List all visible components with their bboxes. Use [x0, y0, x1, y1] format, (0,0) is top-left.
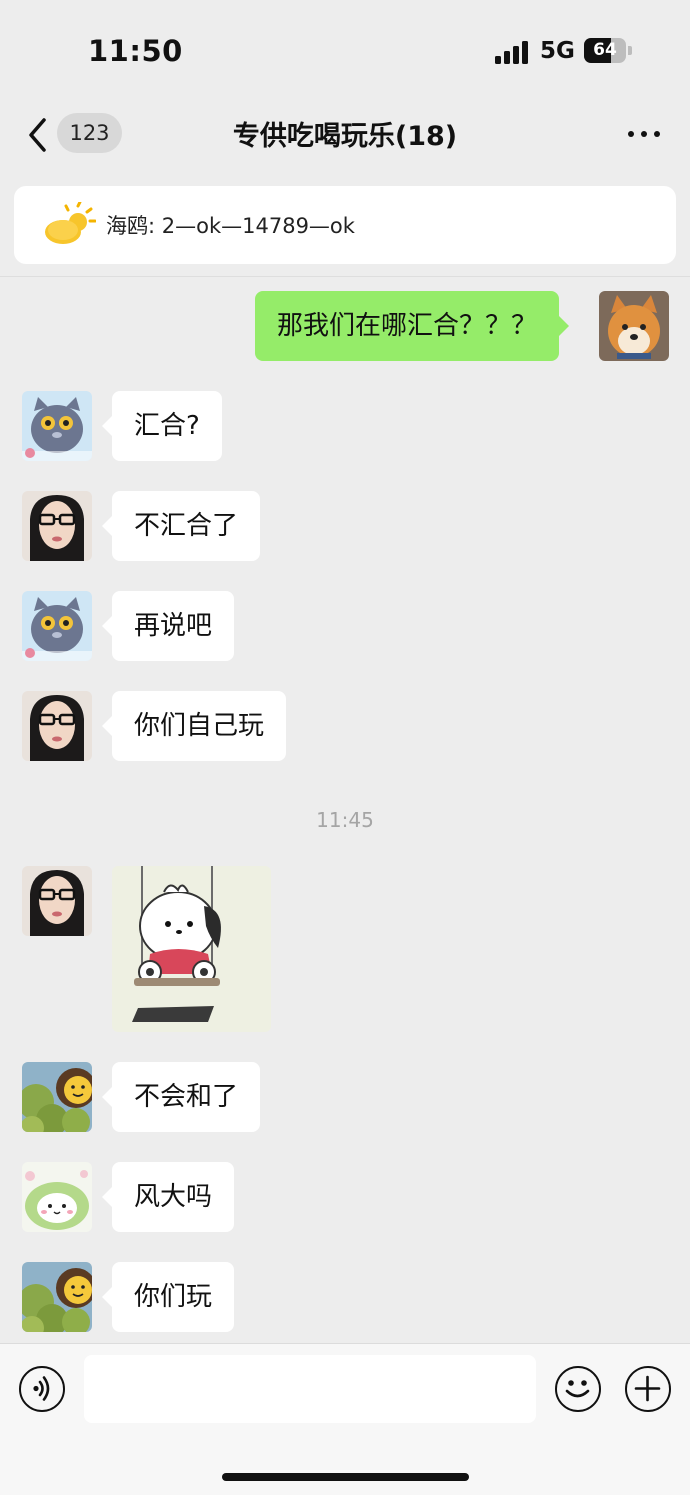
message-timestamp: 11:45 — [316, 808, 374, 832]
chevron-left-icon — [29, 118, 46, 152]
pinned-message-bar[interactable]: 海鸥: 2—ok—14789—ok — [14, 186, 676, 264]
chat-input-bar — [0, 1343, 690, 1495]
smiley-tree-avatar[interactable] — [22, 1262, 92, 1332]
status-bar: 11:50 5G 64 — [0, 0, 690, 100]
battery-tip — [628, 46, 632, 55]
cartoon-cat-avatar[interactable] — [22, 391, 92, 461]
battery-icon: 64 — [584, 38, 626, 63]
voice-icon — [33, 1376, 50, 1401]
sun-cloud-icon — [45, 202, 96, 244]
signal-icon — [495, 40, 531, 64]
voice-input-button[interactable] — [19, 1366, 65, 1412]
back-button[interactable] — [24, 115, 54, 155]
chat-title: 专供吃喝玩乐(18) — [232, 121, 458, 152]
received-message-bubble[interactable]: 汇合? — [102, 391, 222, 461]
chat-header: 123 专供吃喝玩乐(18) — [0, 100, 690, 170]
sent-message-bubble[interactable]: 那我们在哪汇合？？？ — [255, 291, 570, 361]
message-input[interactable] — [84, 1355, 536, 1423]
header-divider — [0, 276, 690, 277]
more-options-button[interactable] — [624, 122, 664, 146]
received-message-bubble[interactable]: 你们自己玩 — [101, 691, 287, 761]
pinned-message-text: 海鸥: 2—ok—14789—ok — [106, 214, 355, 238]
unread-count-badge[interactable]: 123 — [57, 113, 122, 153]
received-message-bubble[interactable]: 你们玩 — [101, 1262, 235, 1332]
network-type: 5G — [540, 38, 575, 64]
girl-glasses-avatar[interactable] — [22, 866, 92, 936]
girl-glasses-avatar[interactable] — [22, 491, 92, 561]
shiba-dog-avatar[interactable] — [599, 291, 669, 361]
received-message-bubble[interactable]: 不汇合了 — [101, 491, 261, 561]
plus-icon — [634, 1375, 661, 1402]
more-functions-button[interactable] — [625, 1366, 671, 1412]
received-message-bubble[interactable]: 不会和了 — [101, 1062, 261, 1132]
smiley-face-icon — [565, 1380, 590, 1398]
girl-glasses-avatar[interactable] — [22, 691, 92, 761]
green-creature-avatar[interactable] — [22, 1162, 92, 1232]
home-indicator — [222, 1473, 469, 1481]
emoji-button[interactable] — [555, 1366, 601, 1412]
received-message-bubble[interactable]: 再说吧 — [101, 591, 235, 661]
status-time: 11:50 — [88, 34, 183, 68]
cartoon-cat-avatar[interactable] — [22, 591, 92, 661]
pochacco-swing-sticker[interactable] — [112, 866, 271, 1032]
battery-level: 64 — [593, 40, 617, 60]
received-message-bubble[interactable]: 风大吗 — [101, 1162, 235, 1232]
smiley-tree-avatar[interactable] — [22, 1062, 92, 1132]
